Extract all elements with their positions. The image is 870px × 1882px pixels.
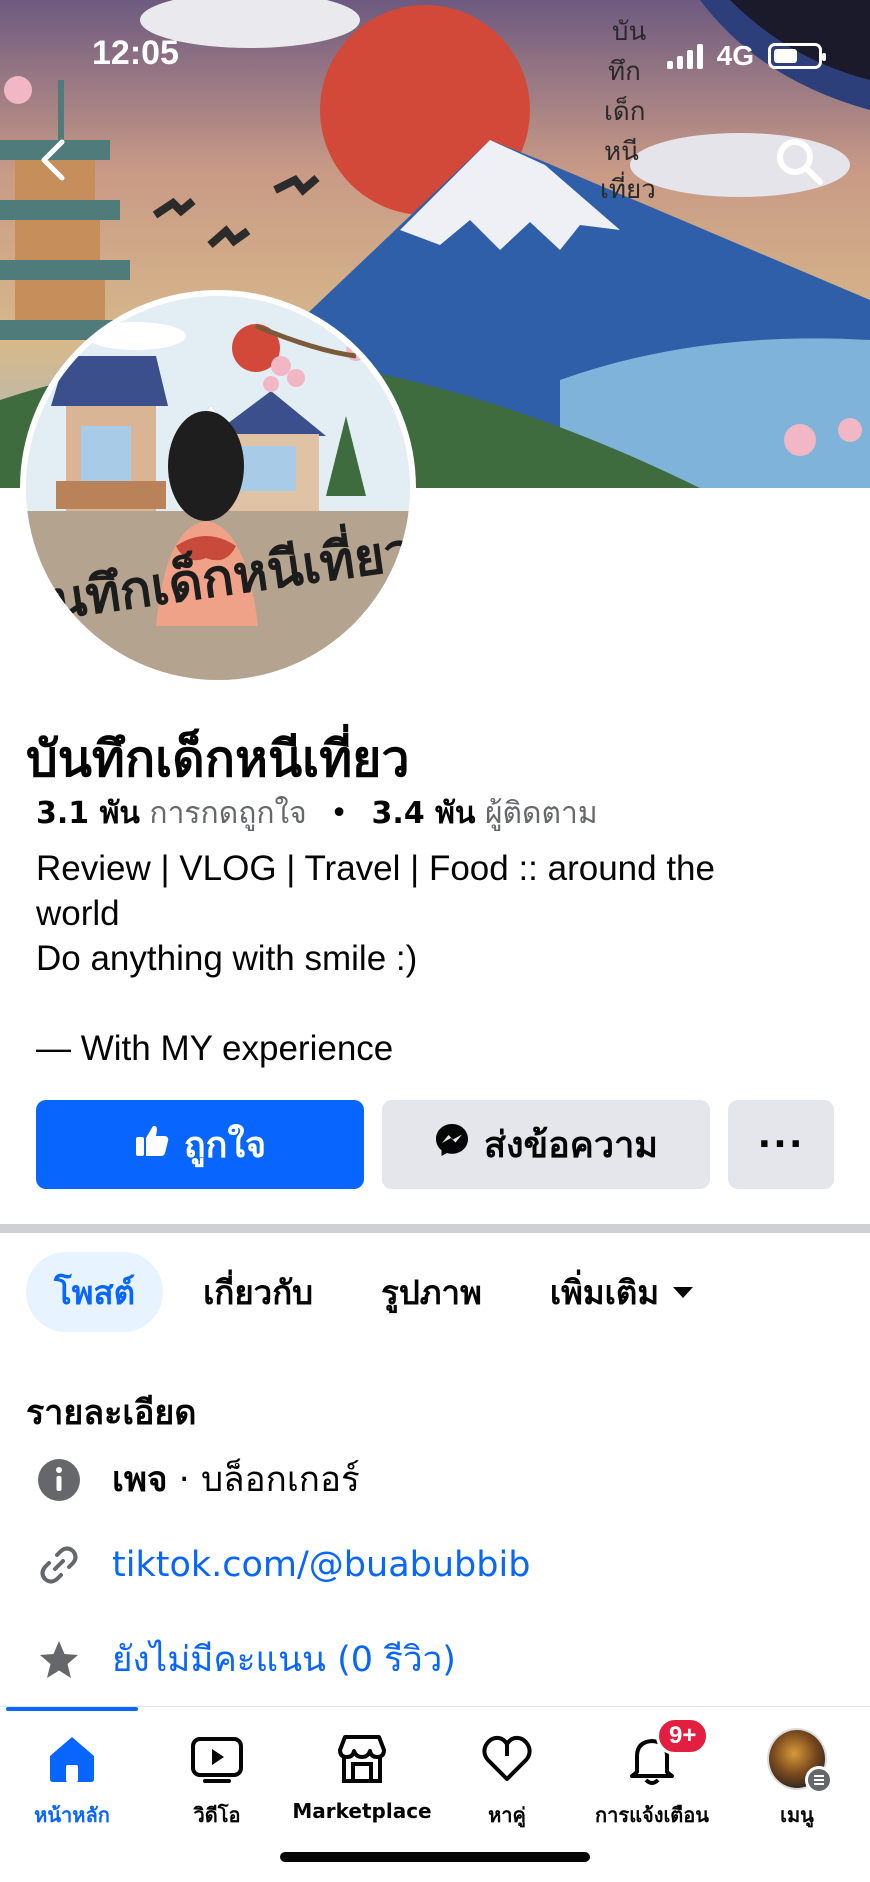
- cover-calligraphy-4: หนี: [604, 137, 639, 167]
- detail-category: เพจ · บล็อกเกอร์: [36, 1452, 360, 1507]
- video-icon: [187, 1729, 247, 1789]
- detail-rating: ยังไม่มีคะแนน (0 รีวิว): [36, 1632, 456, 1687]
- message-button[interactable]: ส่งข้อความ: [382, 1100, 710, 1189]
- page-title: บันทึกเด็กหนีเที่ยว: [26, 730, 410, 788]
- detail-website: tiktok.com/@buabubbib: [36, 1542, 530, 1588]
- notification-badge: 9+: [656, 1717, 710, 1755]
- profile-tabs: โพสต์ เกี่ยวกับ รูปภาพ เพิ่มเติม: [26, 1252, 733, 1332]
- bell-icon: 9+: [622, 1717, 710, 1789]
- back-icon[interactable]: [28, 130, 78, 190]
- category-separator: ·: [167, 1460, 201, 1500]
- stats-separator: •: [330, 796, 348, 831]
- nav-dating[interactable]: หาคู่: [437, 1729, 577, 1831]
- home-icon: [42, 1729, 102, 1789]
- nav-dating-label: หาคู่: [488, 1803, 526, 1827]
- marketplace-icon: [332, 1729, 392, 1789]
- like-button[interactable]: ถูกใจ: [36, 1100, 364, 1189]
- nav-video[interactable]: วิดีโอ: [147, 1729, 287, 1831]
- tab-more-label: เพิ่มเติม: [549, 1272, 660, 1312]
- menu-avatar: [767, 1728, 833, 1794]
- tab-about[interactable]: เกี่ยวกับ: [175, 1252, 341, 1332]
- star-icon: [36, 1637, 82, 1683]
- nav-menu[interactable]: เมนู: [727, 1728, 867, 1831]
- status-indicators: 4G: [666, 40, 826, 72]
- home-indicator: [280, 1852, 590, 1862]
- likes-label[interactable]: การกดถูกใจ: [149, 796, 306, 831]
- avatar-illustration: บันทึกเด็กหนีเที่ยว: [26, 296, 410, 680]
- bio-line: [36, 981, 836, 1026]
- followers-count: 3.4 พัน: [371, 796, 476, 831]
- category-value: บล็อกเกอร์: [200, 1460, 360, 1500]
- message-button-label: ส่งข้อความ: [483, 1125, 659, 1166]
- cover-calligraphy-5: เที่ยว: [600, 171, 656, 205]
- section-divider: [0, 1224, 870, 1233]
- link-icon: [36, 1542, 82, 1588]
- bio-line: Do anything with smile :): [36, 939, 418, 978]
- signal-icon: [666, 43, 703, 69]
- details-heading: รายละเอียด: [26, 1393, 197, 1433]
- tab-posts[interactable]: โพสต์: [26, 1252, 164, 1332]
- thumbs-up-icon: [134, 1122, 170, 1167]
- nav-notifications-label: การแจ้งเตือน: [595, 1803, 709, 1827]
- nav-marketplace-label: Marketplace: [292, 1799, 432, 1823]
- page-bio: Review | VLOG | Travel | Food :: around …: [36, 846, 836, 1071]
- search-icon[interactable]: [770, 132, 830, 192]
- tiktok-link[interactable]: tiktok.com/@buabubbib: [112, 1545, 530, 1585]
- bio-line: Review | VLOG | Travel | Food :: around …: [36, 849, 715, 888]
- user-avatar: [767, 1728, 833, 1794]
- tab-photos[interactable]: รูปภาพ: [353, 1252, 510, 1332]
- nav-video-label: วิดีโอ: [193, 1803, 241, 1827]
- bio-line: world: [36, 894, 120, 933]
- action-buttons: ถูกใจ ส่งข้อความ ···: [36, 1100, 834, 1189]
- dating-icon: [477, 1729, 537, 1789]
- bio-line: — With MY experience: [36, 1029, 394, 1068]
- battery-icon: [768, 43, 826, 69]
- caret-down-icon: [673, 1286, 694, 1298]
- menu-icon: [805, 1766, 833, 1794]
- messenger-icon: [434, 1122, 470, 1167]
- info-icon: [36, 1457, 82, 1503]
- status-time: 12:05: [92, 34, 179, 72]
- likes-count: 3.1 พัน: [36, 796, 140, 831]
- active-tab-indicator: [6, 1707, 138, 1711]
- nav-notifications[interactable]: 9+ การแจ้งเตือน: [582, 1717, 722, 1831]
- tab-more[interactable]: เพิ่มเติม: [522, 1252, 721, 1332]
- followers-label[interactable]: ผู้ติดตาม: [485, 796, 598, 831]
- nav-menu-label: เมนู: [780, 1803, 814, 1827]
- more-options-button[interactable]: ···: [728, 1100, 834, 1189]
- like-button-label: ถูกใจ: [183, 1125, 267, 1166]
- rating-link[interactable]: ยังไม่มีคะแนน (0 รีวิว): [112, 1632, 456, 1687]
- nav-home[interactable]: หน้าหลัก: [2, 1729, 142, 1831]
- page-stats: 3.1 พัน การกดถูกใจ • 3.4 พัน ผู้ติดตาม: [36, 790, 598, 837]
- nav-marketplace[interactable]: Marketplace: [292, 1729, 432, 1823]
- nav-home-label: หน้าหลัก: [34, 1803, 110, 1827]
- status-bar: 12:05 4G: [0, 0, 870, 110]
- profile-avatar[interactable]: บันทึกเด็กหนีเที่ยว: [20, 290, 416, 686]
- network-type: 4G: [716, 40, 754, 71]
- category-type: เพจ: [112, 1460, 168, 1500]
